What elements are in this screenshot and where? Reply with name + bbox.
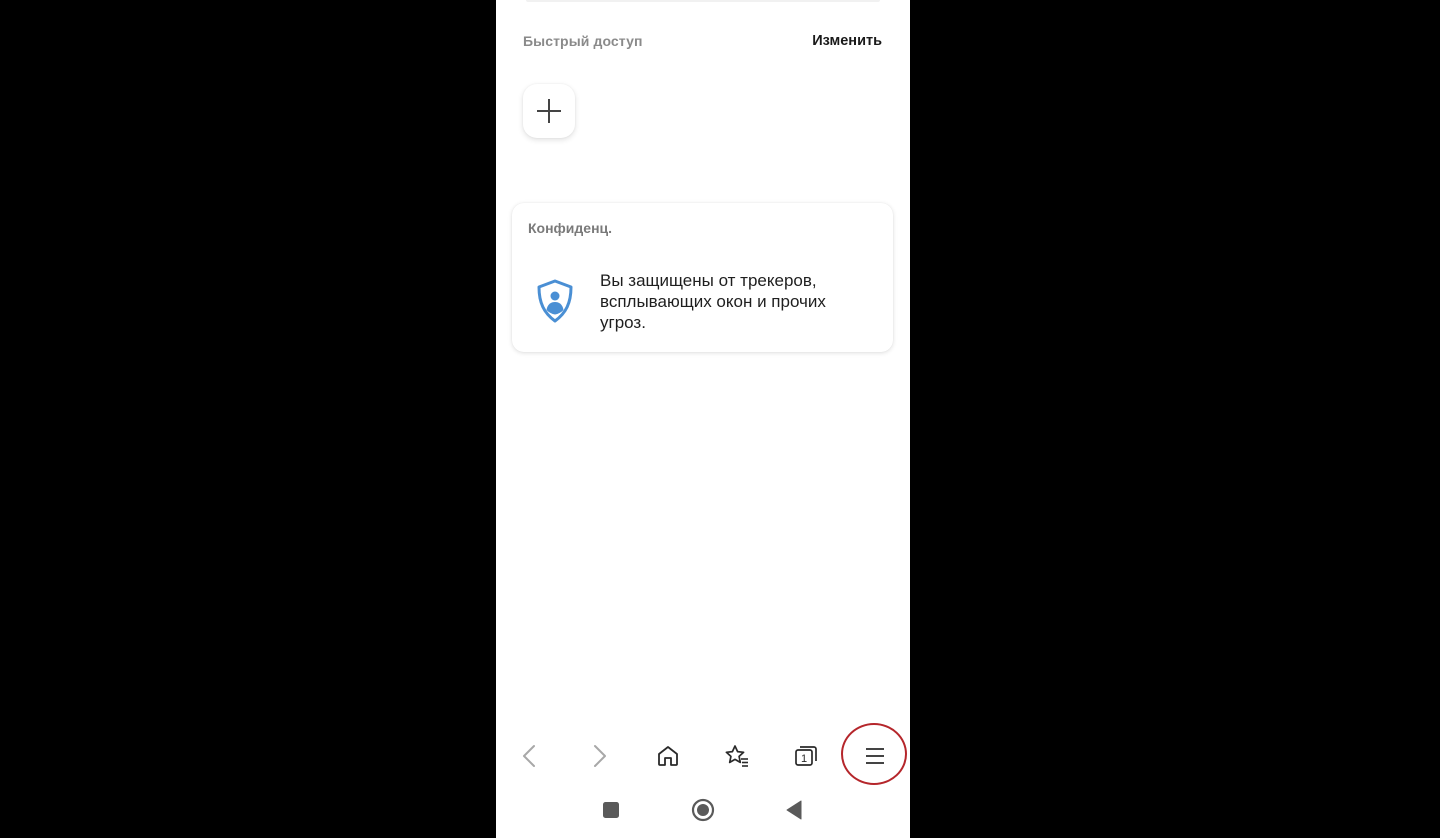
home-circle-icon <box>691 798 715 822</box>
tabs-icon: 1 <box>795 746 817 766</box>
add-quick-access-button[interactable] <box>523 84 575 138</box>
forward-icon <box>594 745 606 767</box>
edit-button[interactable]: Изменить <box>812 33 882 49</box>
privacy-card[interactable]: Конфиденц. Вы защищены от трекеров, вспл… <box>512 203 893 352</box>
system-home-button[interactable] <box>683 790 723 830</box>
home-button[interactable] <box>643 728 693 784</box>
bookmarks-button[interactable] <box>712 728 762 784</box>
system-nav-bar <box>496 790 910 832</box>
home-icon <box>658 746 678 766</box>
tab-count: 1 <box>801 753 807 765</box>
browser-screen: Быстрый доступ Изменить Конфиденц. Вы за… <box>496 0 910 838</box>
plus-icon <box>537 99 561 123</box>
quick-access-header: Быстрый доступ Изменить <box>523 33 882 49</box>
tabs-button[interactable]: 1 <box>781 728 831 784</box>
menu-icon <box>866 748 884 764</box>
system-back-button[interactable] <box>774 790 814 830</box>
back-button[interactable] <box>504 728 554 784</box>
privacy-card-title: Конфиденц. <box>528 220 613 236</box>
menu-button[interactable] <box>850 728 900 784</box>
bookmarks-icon <box>725 745 748 767</box>
bottom-toolbar: 1 <box>496 723 910 785</box>
forward-button[interactable] <box>575 728 625 784</box>
recents-button[interactable] <box>591 790 631 830</box>
privacy-message: Вы защищены от трекеров, всплывающих око… <box>600 271 826 332</box>
top-edge <box>526 0 880 2</box>
quick-access-title: Быстрый доступ <box>523 33 643 49</box>
shield-user-icon <box>537 279 573 323</box>
recents-icon <box>603 802 619 818</box>
back-triangle-icon <box>786 800 802 820</box>
back-icon <box>523 745 535 767</box>
